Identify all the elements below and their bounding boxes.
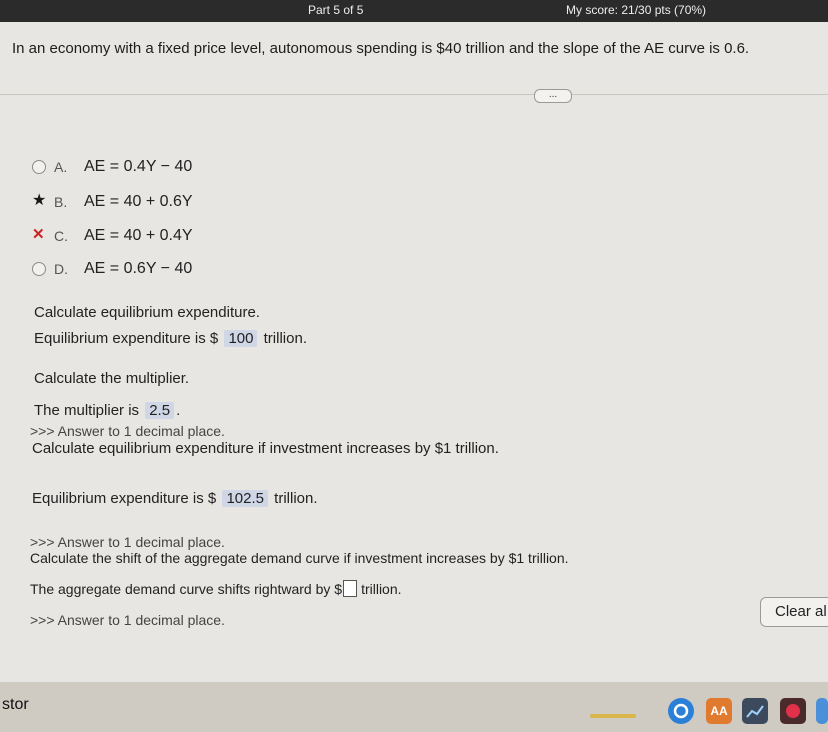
option-letter: D. bbox=[54, 261, 68, 277]
taskbar-label: stor bbox=[2, 696, 29, 713]
option-b[interactable]: ★ B. AE = 40 + 0.6Y bbox=[32, 192, 232, 213]
expand-more-button[interactable]: ... bbox=[534, 89, 572, 103]
option-letter: C. bbox=[54, 228, 68, 244]
option-equation: AE = 0.6Y − 40 bbox=[84, 260, 193, 277]
radio-button[interactable] bbox=[32, 262, 46, 276]
reader-app-icon[interactable]: AA bbox=[706, 698, 732, 724]
option-c[interactable]: ✕ C. AE = 40 + 0.4Y bbox=[32, 226, 232, 247]
option-d[interactable]: D. AE = 0.6Y − 40 bbox=[32, 260, 232, 280]
app-icon-partial[interactable] bbox=[816, 698, 828, 724]
option-equation: AE = 0.4Y − 40 bbox=[84, 158, 193, 175]
q2-hint: >>> Answer to 1 decimal place. bbox=[30, 423, 225, 439]
q2-answer-field[interactable]: 2.5 bbox=[145, 402, 175, 419]
q1-suffix: trillion. bbox=[263, 330, 307, 347]
score-indicator: My score: 21/30 pts (70%) bbox=[566, 3, 707, 17]
q3-suffix: trillion. bbox=[274, 490, 318, 507]
incorrect-x-icon: ✕ bbox=[32, 226, 45, 243]
option-equation: AE = 40 + 0.4Y bbox=[84, 227, 193, 244]
q3-answer-line: Equilibrium expenditure is $ 102.5 trill… bbox=[32, 490, 318, 507]
q4-answer-line: The aggregate demand curve shifts rightw… bbox=[30, 580, 402, 597]
q1-prefix: Equilibrium expenditure is $ bbox=[34, 330, 219, 347]
q2-prompt: Calculate the multiplier. bbox=[34, 370, 190, 387]
q4-hint: >>> Answer to 1 decimal place. bbox=[30, 612, 225, 628]
option-equation: AE = 40 + 0.6Y bbox=[84, 193, 193, 210]
q4-answer-input[interactable] bbox=[343, 580, 358, 597]
app-icon[interactable] bbox=[780, 698, 806, 724]
q1-answer-field[interactable]: 100 bbox=[224, 330, 258, 347]
option-letter: B. bbox=[54, 194, 68, 210]
q4-prompt: Calculate the shift of the aggregate dem… bbox=[30, 550, 569, 566]
q2-answer-line: The multiplier is 2.5. bbox=[34, 402, 180, 419]
question-text: In an economy with a fixed price level, … bbox=[12, 40, 750, 57]
q4-prefix: The aggregate demand curve shifts rightw… bbox=[30, 581, 343, 597]
q2-prefix: The multiplier is bbox=[34, 402, 140, 419]
q1-answer-line: Equilibrium expenditure is $ 100 trillio… bbox=[34, 330, 307, 347]
top-bar: Part 5 of 5 My score: 21/30 pts (70%) bbox=[0, 0, 828, 22]
part-indicator: Part 5 of 5 bbox=[308, 3, 364, 17]
browser-icon[interactable] bbox=[668, 698, 694, 724]
option-letter: A. bbox=[54, 159, 68, 175]
q3-hint: >>> Answer to 1 decimal place. bbox=[30, 534, 225, 550]
taskbar-indicator bbox=[590, 714, 636, 718]
q3-answer-field[interactable]: 102.5 bbox=[222, 490, 268, 507]
q1-prompt: Calculate equilibrium expenditure. bbox=[34, 304, 260, 321]
divider bbox=[0, 94, 828, 95]
chart-app-icon[interactable] bbox=[742, 698, 768, 724]
q2-suffix: . bbox=[176, 402, 181, 419]
q4-suffix: trillion. bbox=[361, 581, 402, 597]
correct-star-icon: ★ bbox=[32, 192, 47, 209]
q3-prompt: Calculate equilibrium expenditure if inv… bbox=[32, 440, 499, 457]
option-a[interactable]: A. AE = 0.4Y − 40 bbox=[32, 158, 232, 178]
taskbar: stor AA bbox=[0, 682, 828, 732]
radio-button[interactable] bbox=[32, 160, 46, 174]
clear-all-button[interactable]: Clear al bbox=[760, 597, 828, 627]
q3-prefix: Equilibrium expenditure is $ bbox=[32, 490, 217, 507]
